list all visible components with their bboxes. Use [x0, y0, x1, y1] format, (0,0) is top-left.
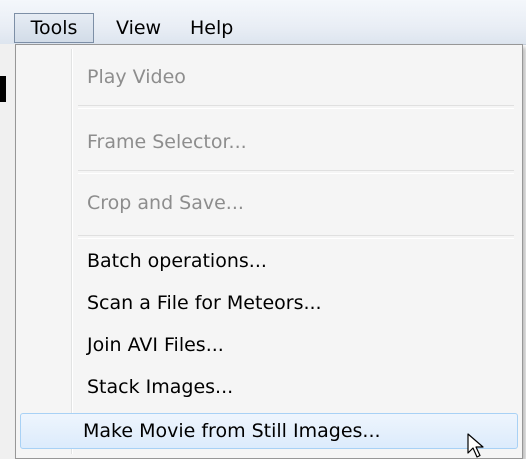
tools-dropdown-menu: Play Video Frame Selector... Crop and Sa…	[15, 44, 523, 459]
menu-item-frame-selector[interactable]: Frame Selector...	[20, 122, 518, 162]
menu-separator	[78, 235, 514, 239]
screen: Tools View Help Play Video Frame Selecto…	[0, 0, 526, 459]
menu-separator	[78, 105, 514, 109]
menu-item-crop-and-save[interactable]: Crop and Save...	[20, 183, 518, 223]
menu-item-join-avi-files[interactable]: Join AVI Files...	[20, 325, 518, 365]
menu-separator	[78, 170, 514, 174]
menu-item-label: Scan a File for Meteors...	[87, 292, 322, 314]
menu-item-scan-for-meteors[interactable]: Scan a File for Meteors...	[20, 283, 518, 323]
menu-item-batch-operations[interactable]: Batch operations...	[20, 241, 518, 281]
menu-view[interactable]: View	[110, 13, 167, 43]
menu-bar: Tools View Help	[0, 0, 526, 45]
menu-tools[interactable]: Tools	[14, 13, 94, 43]
menu-item-make-movie[interactable]: Make Movie from Still Images...	[20, 413, 518, 449]
menu-item-label: Crop and Save...	[87, 192, 244, 214]
menu-item-label: Play Video	[87, 66, 186, 88]
menu-item-label: Make Movie from Still Images...	[83, 420, 381, 442]
menu-item-play-video[interactable]: Play Video	[20, 57, 518, 97]
mouse-pointer-icon	[467, 433, 484, 458]
menu-help[interactable]: Help	[184, 13, 239, 43]
menu-item-label: Frame Selector...	[87, 131, 247, 153]
menu-item-label: Stack Images...	[87, 376, 234, 398]
menu-item-label: Join AVI Files...	[87, 334, 224, 356]
menu-item-stack-images[interactable]: Stack Images...	[20, 367, 518, 407]
menu-item-label: Batch operations...	[87, 250, 267, 272]
underlying-window-marker	[0, 76, 6, 102]
